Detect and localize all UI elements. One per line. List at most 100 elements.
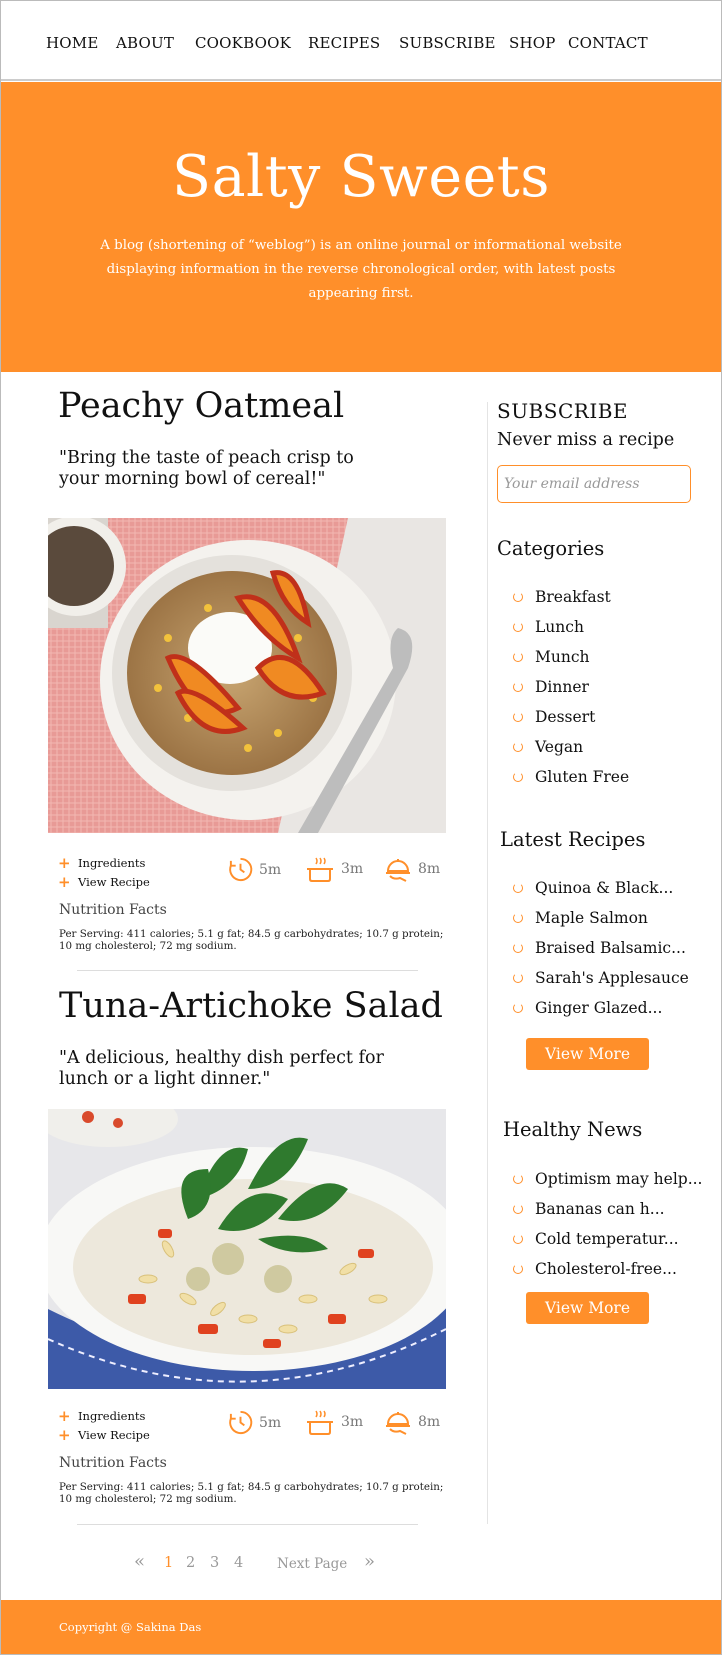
latest-recipe-item[interactable]: Sarah's Applesauce (511, 963, 689, 993)
news-item[interactable]: Cold temperatur... (511, 1224, 703, 1254)
tuna-artichoke-salad-photo (48, 1109, 446, 1389)
cook-time: 3m (305, 855, 363, 883)
email-input[interactable] (497, 465, 691, 503)
bullet-circle-icon (513, 742, 523, 752)
page-4-link[interactable]: 4 (234, 1555, 243, 1571)
ingredients-link[interactable]: + Ingredients (58, 853, 150, 872)
category-item[interactable]: Breakfast (511, 582, 629, 612)
bullet-circle-icon (513, 973, 523, 983)
post-title[interactable]: Tuna-Artichoke Salad (59, 986, 443, 1026)
latest-recipe-item-label: Ginger Glazed... (535, 999, 663, 1017)
healthy-news-title: Healthy News (503, 1118, 643, 1141)
category-item[interactable]: Lunch (511, 612, 629, 642)
latest-recipe-item[interactable]: Quinoa & Black... (511, 873, 689, 903)
category-item[interactable]: Vegan (511, 732, 629, 762)
post-quote: "Bring the taste of peach crisp to your … (59, 448, 354, 489)
nav-about[interactable]: ABOUT (116, 34, 174, 52)
news-item-label: Optimism may help... (535, 1170, 703, 1188)
category-item[interactable]: Gluten Free (511, 762, 629, 792)
page-3-link[interactable]: 3 (210, 1555, 219, 1571)
serve-time: 8m (384, 1408, 440, 1436)
serving-cloche-icon (386, 1412, 410, 1435)
latest-recipe-item-label: Quinoa & Black... (535, 879, 674, 897)
category-item[interactable]: Munch (511, 642, 629, 672)
bullet-circle-icon (513, 1264, 523, 1274)
page-2-link[interactable]: 2 (186, 1555, 195, 1571)
category-item-label: Vegan (535, 738, 584, 756)
latest-recipe-item-label: Sarah's Applesauce (535, 969, 689, 987)
post-divider (77, 1524, 418, 1525)
category-item-label: Gluten Free (535, 768, 630, 786)
news-item[interactable]: Cholesterol-free... (511, 1254, 703, 1284)
subscribe-subtitle: Never miss a recipe (497, 430, 675, 450)
nutrition-facts-text: Per Serving: 411 calories; 5.1 g fat; 84… (59, 1481, 444, 1505)
sidebar-divider (487, 402, 488, 1524)
plus-icon: + (58, 1406, 71, 1425)
latest-recipes-title: Latest Recipes (500, 828, 646, 851)
footer: Copyright @ Sakina Das (1, 1600, 721, 1654)
latest-recipe-item[interactable]: Ginger Glazed... (511, 993, 689, 1023)
plus-icon: + (58, 872, 71, 891)
cooking-pot-icon (307, 857, 333, 882)
category-item[interactable]: Dessert (511, 702, 629, 732)
latest-recipe-item[interactable]: Maple Salmon (511, 903, 689, 933)
news-item[interactable]: Optimism may help... (511, 1164, 703, 1194)
recipe-links: + Ingredients + View Recipe (58, 1406, 150, 1444)
copyright-text: Copyright @ Sakina Das (59, 1620, 202, 1634)
news-item-label: Bananas can h... (535, 1200, 665, 1218)
bullet-circle-icon (513, 883, 523, 893)
hero-banner: Salty Sweets A blog (shortening of “webl… (1, 82, 721, 372)
cooking-pot-icon (307, 1410, 333, 1435)
category-item-label: Dinner (535, 678, 589, 696)
prep-time: 5m (228, 857, 281, 882)
serving-cloche-icon (386, 859, 410, 882)
bullet-circle-icon (513, 1174, 523, 1184)
top-nav: HOME ABOUT COOKBOOK RECIPES SUBSCRIBE SH… (1, 1, 721, 81)
serve-time: 8m (384, 855, 440, 883)
nutrition-facts-text: Per Serving: 411 calories; 5.1 g fat; 84… (59, 928, 444, 952)
category-item[interactable]: Dinner (511, 672, 629, 702)
recipe-links: + Ingredients + View Recipe (58, 853, 150, 891)
nav-home[interactable]: HOME (46, 34, 99, 52)
bullet-circle-icon (513, 652, 523, 662)
cook-time: 3m (305, 1408, 363, 1436)
nav-subscribe[interactable]: SUBSCRIBE (399, 34, 496, 52)
next-page-link[interactable]: Next Page (277, 1556, 347, 1572)
post-quote: "A delicious, healthy dish perfect for l… (59, 1048, 384, 1089)
plus-icon: + (58, 853, 71, 872)
latest-view-more-button[interactable]: View More (526, 1038, 649, 1070)
categories-list: Breakfast Lunch Munch Dinner Dessert Vegan Glu… (511, 582, 629, 792)
view-recipe-link[interactable]: + View Recipe (58, 872, 150, 891)
bullet-circle-icon (513, 1003, 523, 1013)
previous-page-icon[interactable]: « (134, 1551, 145, 1572)
clock-icon (229, 1410, 253, 1434)
bullet-circle-icon (513, 943, 523, 953)
peachy-oatmeal-photo (48, 518, 446, 833)
bullet-circle-icon (513, 682, 523, 692)
nav-contact[interactable]: CONTACT (568, 34, 648, 52)
view-recipe-link[interactable]: + View Recipe (58, 1425, 150, 1444)
next-page-icon[interactable]: » (364, 1551, 375, 1572)
news-item-label: Cold temperatur... (535, 1230, 679, 1248)
nav-recipes[interactable]: RECIPES (308, 34, 380, 52)
nav-shop[interactable]: SHOP (509, 34, 556, 52)
latest-recipe-item-label: Braised Balsamic... (535, 939, 686, 957)
site-title: Salty Sweets (172, 144, 550, 210)
page-1-link[interactable]: 1 (164, 1555, 173, 1571)
post-divider (77, 970, 418, 971)
bullet-circle-icon (513, 712, 523, 722)
latest-recipes-list: Quinoa & Black... Maple Salmon Braised Bal… (511, 873, 689, 1023)
latest-recipe-item[interactable]: Braised Balsamic... (511, 933, 689, 963)
post-title[interactable]: Peachy Oatmeal (58, 386, 344, 426)
bullet-circle-icon (513, 913, 523, 923)
nutrition-facts-title: Nutrition Facts (59, 902, 167, 918)
subscribe-title: SUBSCRIBE (497, 399, 629, 423)
latest-recipe-item-label: Maple Salmon (535, 909, 648, 927)
bullet-circle-icon (513, 592, 523, 602)
news-view-more-button[interactable]: View More (526, 1292, 649, 1324)
nav-cookbook[interactable]: COOKBOOK (195, 34, 291, 52)
bullet-circle-icon (513, 772, 523, 782)
news-item[interactable]: Bananas can h... (511, 1194, 703, 1224)
ingredients-link[interactable]: + Ingredients (58, 1406, 150, 1425)
site-description: A blog (shortening of “weblog”) is an on… (100, 238, 622, 301)
